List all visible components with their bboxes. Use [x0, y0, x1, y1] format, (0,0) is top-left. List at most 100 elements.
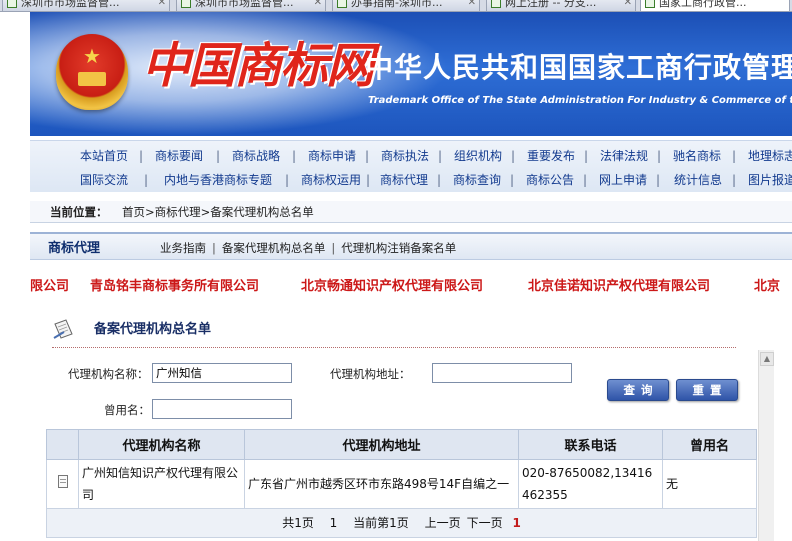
nav-separator: | [285, 173, 290, 187]
browser-tab-label: 深圳市市场监督管... [195, 0, 294, 9]
agency-list-panel: 备案代理机构总名单 ▲ 代理机构名称： 代理机构地址： 曾用名： 查询 重置 代… [30, 300, 792, 541]
nav-link-home[interactable]: 本站首页 [80, 144, 128, 168]
browser-tab[interactable]: 办事指南-深圳市... ✕ [332, 0, 480, 11]
browser-tab-label: 网上注册 -- 分支... [505, 0, 597, 9]
marquee-item[interactable]: 限公司 [30, 275, 69, 294]
table-header: 联系电话 [518, 429, 663, 460]
table-row[interactable]: 广州知信知识产权代理有限公司 广东省广州市越秀区环市东路498号14F自编之一 … [46, 459, 757, 509]
agency-address-label: 代理机构地址： [330, 367, 411, 381]
nav-link-photo-reports[interactable]: 图片报道 [748, 168, 792, 192]
breadcrumb-label: 当前位置： [50, 205, 108, 219]
nav-link-rights-use[interactable]: 商标权运用 [301, 168, 361, 192]
table-header-row: 代理机构名称 代理机构地址 联系电话 曾用名 [46, 429, 757, 460]
national-emblem-icon: ★ [56, 34, 128, 110]
browser-tab[interactable]: 深圳市市场监督管... ✕ [2, 0, 170, 11]
document-pen-icon [53, 319, 73, 339]
nav-link-organization[interactable]: 组织机构 [454, 144, 502, 168]
pagination-row: 共1页 1 当前第1页 上一页 下一页 1 [46, 508, 757, 538]
nav-link-strategy[interactable]: 商标战略 [232, 144, 280, 168]
page-total: 共1页 [282, 516, 314, 530]
browser-tab-label: 国家工商行政管... [659, 0, 747, 9]
browser-tab-active[interactable]: 国家工商行政管... [640, 0, 790, 11]
row-icon-cell [46, 459, 79, 509]
breadcrumb: 当前位置： 首页>商标代理>备案代理机构总名单 [30, 201, 792, 223]
record-count: 1 [329, 516, 338, 530]
link-separator: | [212, 241, 216, 255]
next-page-link[interactable]: 下一页 [467, 516, 503, 530]
browser-tab-label: 深圳市市场监督管... [21, 0, 120, 9]
section-header: 商标代理 业务指南 | 备案代理机构总名单 | 代理机构注销备案名单 [30, 232, 792, 260]
agency-address-cell: 广东省广州市越秀区环市东路498号14F自编之一 [244, 459, 519, 509]
nav-separator: | [732, 173, 737, 187]
table-header-icon [46, 429, 79, 460]
nav-link-international[interactable]: 国际交流 [80, 168, 128, 192]
agency-name-input[interactable] [152, 363, 292, 383]
page-icon [7, 0, 17, 8]
table-header: 曾用名 [662, 429, 757, 460]
site-subtitle: Trademark Office of The State Administra… [368, 95, 792, 106]
browser-tab-strip: 深圳市市场监督管... ✕ 深圳市市场监督管... ✕ 办事指南-深圳市... … [0, 0, 792, 12]
browser-tab[interactable]: 网上注册 -- 分支... ✕ [486, 0, 636, 11]
nav-link-enforcement[interactable]: 商标执法 [381, 144, 429, 168]
nav-link-agency[interactable]: 商标代理 [380, 168, 428, 192]
nav-separator: | [365, 149, 370, 163]
agency-name-cell[interactable]: 广州知信知识产权代理有限公司 [78, 459, 245, 509]
nav-link-famous-marks[interactable]: 驰名商标 [673, 144, 721, 168]
nav-link-online-apply[interactable]: 网上申请 [599, 168, 647, 192]
nav-separator: | [583, 173, 588, 187]
nav-separator: | [437, 173, 442, 187]
nav-separator: | [584, 149, 589, 163]
former-name-input[interactable] [152, 399, 292, 419]
nav-separator: | [144, 173, 149, 187]
nav-separator: | [216, 149, 221, 163]
scroll-up-icon[interactable]: ▲ [760, 352, 774, 366]
nav-link-announcements[interactable]: 商标公告 [526, 168, 574, 192]
marquee-item[interactable]: 青岛铭丰商标事务所有限公司 [90, 275, 259, 294]
agency-address-input[interactable] [432, 363, 572, 383]
nav-link-application[interactable]: 商标申请 [308, 144, 356, 168]
nav-link-geo-indications[interactable]: 地理标志 [748, 144, 792, 168]
site-logo[interactable]: 中国商标网 [142, 36, 374, 96]
page-icon [181, 0, 191, 8]
former-name-cell: 无 [662, 459, 757, 509]
nav-separator: | [656, 173, 661, 187]
section-link-registry[interactable]: 备案代理机构总名单 [222, 241, 326, 255]
nav-separator: | [511, 149, 516, 163]
marquee-item[interactable]: 北京佳诺知识产权代理有限公司 [528, 275, 710, 294]
page-number-link[interactable]: 1 [512, 516, 520, 530]
gate-icon [78, 72, 106, 86]
section-link-cancelled[interactable]: 代理机构注销备案名单 [341, 241, 456, 255]
nav-link-hk-topic[interactable]: 内地与香港商标专题 [164, 168, 272, 192]
section-links: 业务指南 | 备案代理机构总名单 | 代理机构注销备案名单 [160, 240, 456, 256]
marquee-item[interactable]: 北京 [754, 275, 780, 294]
browser-tab[interactable]: 深圳市市场监督管... ✕ [176, 0, 326, 11]
prev-page-link[interactable]: 上一页 [425, 516, 461, 530]
star-icon: ★ [83, 44, 101, 68]
page-icon [491, 0, 501, 8]
agency-results-table: 代理机构名称 代理机构地址 联系电话 曾用名 广州知信知识产权代理有限公司 广东… [46, 429, 757, 538]
query-button[interactable]: 查询 [607, 379, 669, 401]
nav-link-laws[interactable]: 法律法规 [600, 144, 648, 168]
nav-link-statistics[interactable]: 统计信息 [674, 168, 722, 192]
nav-separator: | [139, 149, 144, 163]
nav-separator: | [510, 173, 515, 187]
scrollbar[interactable]: ▲ [758, 350, 774, 541]
close-icon[interactable]: ✕ [624, 0, 632, 11]
page-icon [645, 0, 655, 8]
marquee-item[interactable]: 北京畅通知识产权代理有限公司 [301, 275, 483, 294]
link-separator: | [331, 241, 336, 255]
close-icon[interactable]: ✕ [158, 0, 166, 11]
close-icon[interactable]: ✕ [468, 0, 476, 11]
nav-link-releases[interactable]: 重要发布 [527, 144, 575, 168]
reset-button[interactable]: 重置 [676, 379, 738, 401]
divider [52, 347, 736, 348]
breadcrumb-path[interactable]: 首页>商标代理>备案代理机构总名单 [122, 201, 314, 223]
table-header: 代理机构名称 [78, 429, 245, 460]
close-icon[interactable]: ✕ [314, 0, 322, 11]
main-nav: 本站首页 | 商标要闻 | 商标战略 | 商标申请 | 商标执法 | 组织机构 … [30, 140, 792, 192]
nav-link-search[interactable]: 商标查询 [453, 168, 501, 192]
agency-name-label: 代理机构名称： [68, 367, 149, 381]
current-page: 当前第1页 [353, 516, 409, 530]
section-link-guide[interactable]: 业务指南 [160, 241, 206, 255]
nav-link-news[interactable]: 商标要闻 [155, 144, 203, 168]
